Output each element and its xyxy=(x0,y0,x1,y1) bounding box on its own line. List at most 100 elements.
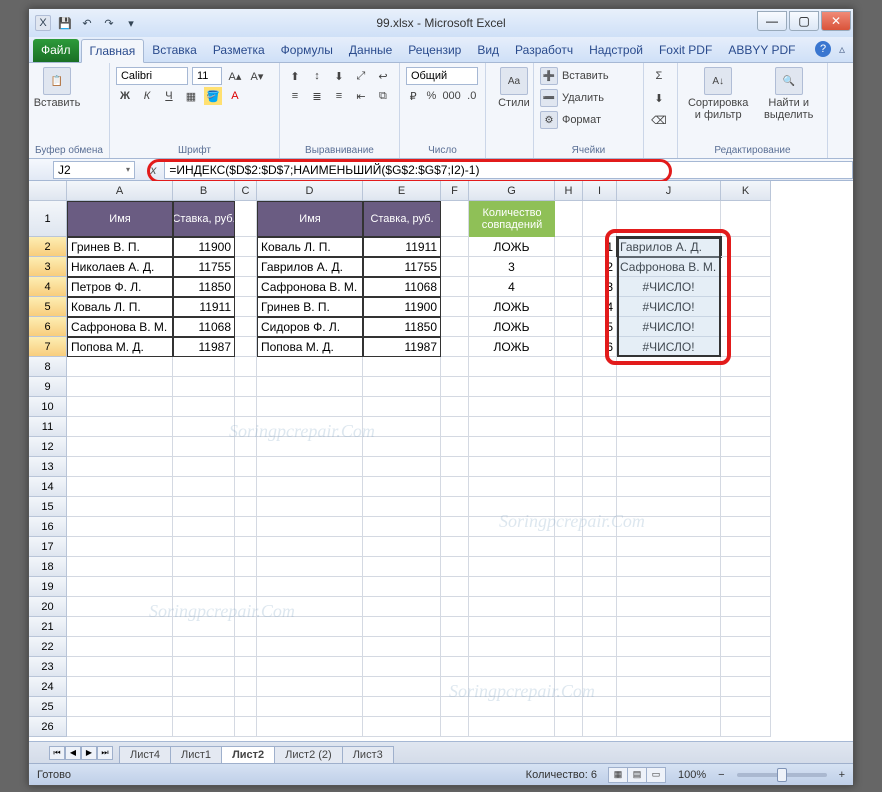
cell-I14[interactable] xyxy=(583,477,617,497)
cell-I15[interactable] xyxy=(583,497,617,517)
cells-insert-button[interactable]: ➕Вставить xyxy=(540,67,637,85)
cell-K10[interactable] xyxy=(721,397,771,417)
cell-J1[interactable] xyxy=(617,201,721,237)
cell-D1[interactable]: Имя xyxy=(257,201,363,237)
borders-button[interactable]: ▦ xyxy=(182,87,200,105)
row-header-25[interactable]: 25 xyxy=(29,697,67,717)
col-header-F[interactable]: F xyxy=(441,181,469,201)
cell-I6[interactable]: 5 xyxy=(583,317,617,337)
cell-B1[interactable]: Ставка, руб. xyxy=(173,201,235,237)
underline-button[interactable]: Ч xyxy=(160,87,178,105)
row-header-21[interactable]: 21 xyxy=(29,617,67,637)
cell-I26[interactable] xyxy=(583,717,617,737)
cell-C1[interactable] xyxy=(235,201,257,237)
currency-icon[interactable]: ₽ xyxy=(406,87,420,105)
cell-J7[interactable]: #ЧИСЛО! xyxy=(617,337,721,357)
cell-J9[interactable] xyxy=(617,377,721,397)
cell-F3[interactable] xyxy=(441,257,469,277)
inc-decimal-icon[interactable]: .0 xyxy=(465,87,479,105)
cell-B7[interactable]: 11987 xyxy=(173,337,235,357)
cell-D7[interactable]: Попова М. Д. xyxy=(257,337,363,357)
cell-A21[interactable] xyxy=(67,617,173,637)
cell-C8[interactable] xyxy=(235,357,257,377)
cell-B4[interactable]: 11850 xyxy=(173,277,235,297)
row-header-6[interactable]: 6 xyxy=(29,317,67,337)
row-header-9[interactable]: 9 xyxy=(29,377,67,397)
col-header-C[interactable]: C xyxy=(235,181,257,201)
cell-I9[interactable] xyxy=(583,377,617,397)
cell-D14[interactable] xyxy=(257,477,363,497)
grow-font-icon[interactable]: A▴ xyxy=(226,67,244,85)
row-header-7[interactable]: 7 xyxy=(29,337,67,357)
cell-C10[interactable] xyxy=(235,397,257,417)
cell-D19[interactable] xyxy=(257,577,363,597)
cell-B26[interactable] xyxy=(173,717,235,737)
cell-A4[interactable]: Петров Ф. Л. xyxy=(67,277,173,297)
cell-F2[interactable] xyxy=(441,237,469,257)
cell-E26[interactable] xyxy=(363,717,441,737)
cell-E17[interactable] xyxy=(363,537,441,557)
row-header-14[interactable]: 14 xyxy=(29,477,67,497)
cell-I24[interactable] xyxy=(583,677,617,697)
cell-E2[interactable]: 11911 xyxy=(363,237,441,257)
cell-F18[interactable] xyxy=(441,557,469,577)
cell-B20[interactable] xyxy=(173,597,235,617)
cell-K5[interactable] xyxy=(721,297,771,317)
spreadsheet-grid[interactable]: ABCDEFGHIJK 1ИмяСтавка, руб.ИмяСтавка, р… xyxy=(29,181,853,741)
cell-B17[interactable] xyxy=(173,537,235,557)
cell-C17[interactable] xyxy=(235,537,257,557)
cell-K14[interactable] xyxy=(721,477,771,497)
cell-K17[interactable] xyxy=(721,537,771,557)
cell-H16[interactable] xyxy=(555,517,583,537)
cell-A19[interactable] xyxy=(67,577,173,597)
cell-E20[interactable] xyxy=(363,597,441,617)
cell-J2[interactable]: Гаврилов А. Д. xyxy=(617,237,721,257)
cell-G2[interactable]: ЛОЖЬ xyxy=(469,237,555,257)
redo-icon[interactable]: ↷ xyxy=(101,15,117,31)
cell-C14[interactable] xyxy=(235,477,257,497)
fill-color-button[interactable]: 🪣 xyxy=(204,87,222,105)
font-size-input[interactable] xyxy=(192,67,222,85)
cell-D3[interactable]: Гаврилов А. Д. xyxy=(257,257,363,277)
cell-B2[interactable]: 11900 xyxy=(173,237,235,257)
cell-I16[interactable] xyxy=(583,517,617,537)
cell-J17[interactable] xyxy=(617,537,721,557)
font-color-button[interactable]: A xyxy=(226,87,244,105)
row-header-3[interactable]: 3 xyxy=(29,257,67,277)
formula-bar[interactable]: =ИНДЕКС($D$2:$D$7;НАИМЕНЬШИЙ($G$2:$G$7;I… xyxy=(164,161,853,179)
row-header-2[interactable]: 2 xyxy=(29,237,67,257)
col-header-H[interactable]: H xyxy=(555,181,583,201)
tab-file[interactable]: Файл xyxy=(33,39,79,62)
styles-button[interactable]: Aa Стили xyxy=(492,67,536,109)
cell-H7[interactable] xyxy=(555,337,583,357)
cell-K3[interactable] xyxy=(721,257,771,277)
cell-H25[interactable] xyxy=(555,697,583,717)
cell-B8[interactable] xyxy=(173,357,235,377)
cell-E8[interactable] xyxy=(363,357,441,377)
cell-H17[interactable] xyxy=(555,537,583,557)
cell-B6[interactable]: 11068 xyxy=(173,317,235,337)
cell-E6[interactable]: 11850 xyxy=(363,317,441,337)
sheet-nav-first-icon[interactable]: ⏮ xyxy=(49,746,65,760)
cell-A9[interactable] xyxy=(67,377,173,397)
cell-F14[interactable] xyxy=(441,477,469,497)
align-left-icon[interactable]: ≡ xyxy=(286,87,304,105)
cell-A16[interactable] xyxy=(67,517,173,537)
cell-H6[interactable] xyxy=(555,317,583,337)
cell-H13[interactable] xyxy=(555,457,583,477)
tab-abbyy[interactable]: ABBYY PDF xyxy=(720,39,803,62)
sheet-nav-last-icon[interactable]: ⏭ xyxy=(97,746,113,760)
cell-J5[interactable]: #ЧИСЛО! xyxy=(617,297,721,317)
cell-J20[interactable] xyxy=(617,597,721,617)
cell-I10[interactable] xyxy=(583,397,617,417)
autosum-icon[interactable]: Σ xyxy=(650,67,668,85)
cell-B21[interactable] xyxy=(173,617,235,637)
cell-J19[interactable] xyxy=(617,577,721,597)
cell-C7[interactable] xyxy=(235,337,257,357)
cell-D6[interactable]: Сидоров Ф. Л. xyxy=(257,317,363,337)
cell-D18[interactable] xyxy=(257,557,363,577)
cell-I8[interactable] xyxy=(583,357,617,377)
cell-H11[interactable] xyxy=(555,417,583,437)
cell-I1[interactable] xyxy=(583,201,617,237)
cell-D25[interactable] xyxy=(257,697,363,717)
